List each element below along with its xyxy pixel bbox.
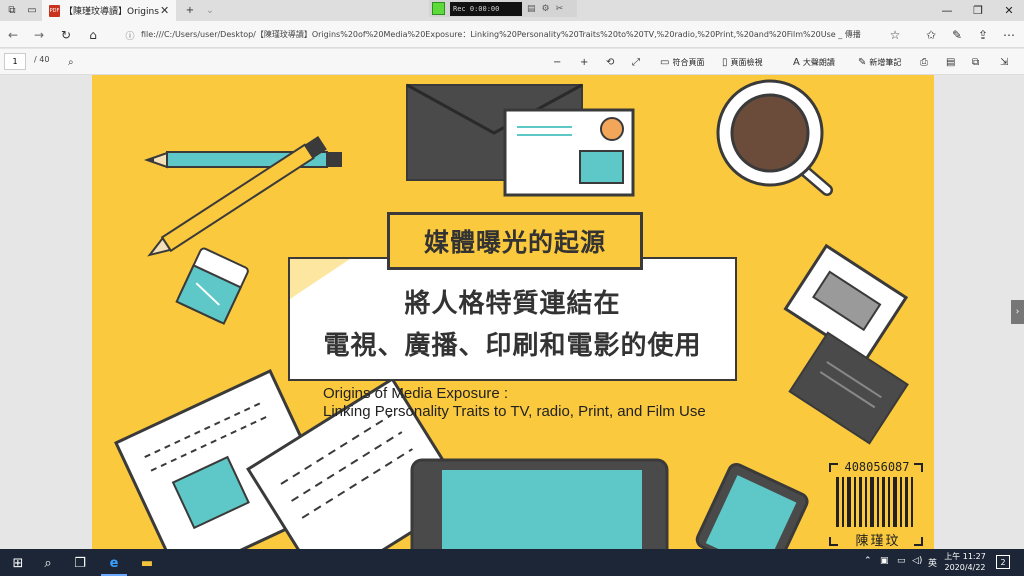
fit-page-button[interactable]: ▭ 符合頁面 — [660, 54, 704, 70]
recorder-settings-icon[interactable]: ⚙ — [542, 4, 550, 14]
tray-chevron-icon[interactable]: ⌃ — [864, 556, 872, 566]
fullscreen-icon[interactable]: ⤢ — [632, 54, 640, 70]
clock-date[interactable]: 2020/4/22 — [941, 563, 989, 572]
rotate-icon[interactable]: ⟲ — [606, 54, 614, 70]
close-window-button[interactable]: ✕ — [994, 0, 1024, 21]
forward-button[interactable]: → — [30, 26, 48, 44]
share-icon[interactable]: ⇪ — [974, 26, 992, 44]
tab-title: 【陳瑾玟導讀】Origins — [64, 7, 159, 17]
zoom-out-icon[interactable]: − — [553, 54, 561, 70]
page-view-button[interactable]: ▯ 頁面檢視 — [722, 54, 763, 70]
fit-page-icon: ▭ — [660, 56, 670, 68]
subtitle-line-2: 電視、廣播、印刷和電影的使用 — [323, 331, 702, 361]
tab-active[interactable]: PDF 【陳瑾玟導讀】Origins — [42, 0, 176, 21]
pdf-toolbar: 1 / 40 ⌕ − + ⟲ ⤢ ▭ 符合頁面 ▯ 頁面檢視 A 大聲朗讀 ✎ 新增筆記… — [0, 49, 1024, 75]
file-explorer-icon[interactable]: ▬ — [137, 553, 157, 573]
read-aloud-label: 大聲朗讀 — [802, 57, 835, 67]
search-icon[interactable]: ⌕ — [68, 54, 74, 70]
page-view-icon: ▯ — [722, 56, 728, 68]
favorite-star-icon[interactable]: ☆ — [886, 26, 904, 44]
tray-app-icon[interactable]: ▣ — [880, 556, 889, 566]
envelope-illustration — [406, 83, 635, 197]
page-total: / 40 — [34, 55, 50, 64]
save-as-icon[interactable]: ⧉ — [972, 54, 979, 70]
taskbar-search-icon[interactable]: ⌕ — [38, 553, 58, 573]
english-title-line-2: Linking Personality Traits to TV, radio,… — [323, 403, 706, 420]
clock-time[interactable]: 上午 11:27 — [944, 551, 986, 562]
start-windows-icon[interactable]: ⊞ — [8, 553, 28, 573]
zoom-in-icon[interactable]: + — [580, 54, 588, 70]
refresh-button[interactable]: ↻ — [57, 26, 75, 44]
card-dark-illustration — [788, 331, 909, 445]
ime-icon[interactable]: 英 — [928, 556, 937, 569]
notification-count: 2 — [1000, 557, 1006, 567]
pen-icon[interactable]: ✎ — [948, 26, 966, 44]
task-view-icon[interactable]: ❐ — [70, 553, 90, 573]
screen-recorder-widget: Rec 0:00:00 ▤ ⚙ ✂ — [429, 0, 577, 17]
pin-toolbar-icon[interactable]: ⇲ — [1000, 54, 1008, 70]
subtitle-line-1: 將人格特質連結在 — [404, 289, 621, 319]
maximize-button[interactable]: ❐ — [963, 0, 993, 21]
volume-icon[interactable]: ◁) — [912, 556, 922, 566]
tablet-illustration — [410, 458, 669, 549]
recorder-display: Rec 0:00:00 — [450, 1, 522, 16]
print-icon[interactable]: ⎙ — [920, 54, 928, 70]
add-notes-button[interactable]: ✎ 新增筆記 — [858, 54, 901, 70]
record-button[interactable] — [432, 2, 445, 15]
network-icon[interactable]: ▭ — [897, 556, 906, 566]
add-notes-label: 新增筆記 — [869, 57, 902, 67]
notification-center-icon[interactable]: 2 — [996, 555, 1010, 569]
info-icon[interactable]: ⓘ — [121, 26, 139, 44]
scissors-icon[interactable]: ✂ — [556, 4, 564, 14]
home-button[interactable]: ⌂ — [84, 26, 102, 44]
tab-actions-icon[interactable]: ⧉ — [2, 0, 22, 21]
recorder-folder-icon[interactable]: ▤ — [527, 4, 536, 14]
next-page-arrow-icon[interactable]: › — [1011, 300, 1024, 324]
more-icon[interactable]: ⋯ — [1000, 26, 1018, 44]
student-id: 408056087 — [844, 460, 910, 474]
notes-icon: ✎ — [858, 56, 867, 68]
save-icon[interactable]: ▤ — [946, 54, 955, 70]
edge-browser-icon[interactable]: e — [104, 553, 124, 573]
new-tab-button[interactable]: + — [180, 0, 200, 21]
student-name: 陳瑾玟 — [855, 534, 901, 549]
tab-preview-icon[interactable]: ▭ — [22, 0, 42, 21]
pdf-page: 將人格特質連結在 電視、廣播、印刷和電影的使用 媒體曝光的起源 Origins … — [92, 75, 934, 549]
fit-page-label: 符合頁面 — [672, 57, 705, 67]
page-number-input[interactable]: 1 — [4, 53, 26, 70]
back-button[interactable]: ← — [4, 26, 22, 44]
minimize-button[interactable]: — — [932, 0, 962, 21]
coffee-cup-illustration — [716, 79, 833, 196]
eraser-illustration — [175, 247, 249, 325]
browser-titlebar: ⧉ ▭ PDF 【陳瑾玟導讀】Origins ✕ + ⌄ Rec 0:00:00… — [0, 0, 1024, 21]
slide-title: 媒體曝光的起源 — [387, 212, 643, 270]
tab-list-icon[interactable]: ⌄ — [200, 0, 220, 21]
favorites-icon[interactable]: ✩ — [922, 26, 940, 44]
read-aloud-icon: A — [793, 56, 800, 68]
phone-illustration — [695, 462, 809, 549]
url-field[interactable]: file:///C:/Users/user/Desktop/【陳瑾玟導讀】Ori… — [141, 27, 901, 43]
read-aloud-button[interactable]: A 大聲朗讀 — [793, 54, 835, 70]
pdf-icon: PDF — [49, 4, 60, 17]
english-title-line-1: Origins of Media Exposure : — [323, 385, 509, 402]
address-bar-row: ← → ↻ ⌂ ⓘ file:///C:/Users/user/Desktop/… — [0, 21, 1024, 48]
tab-close-icon[interactable]: ✕ — [160, 4, 169, 17]
subtitle-box: 將人格特質連結在 電視、廣播、印刷和電影的使用 — [288, 257, 737, 381]
page-view-label: 頁面檢視 — [730, 57, 763, 67]
